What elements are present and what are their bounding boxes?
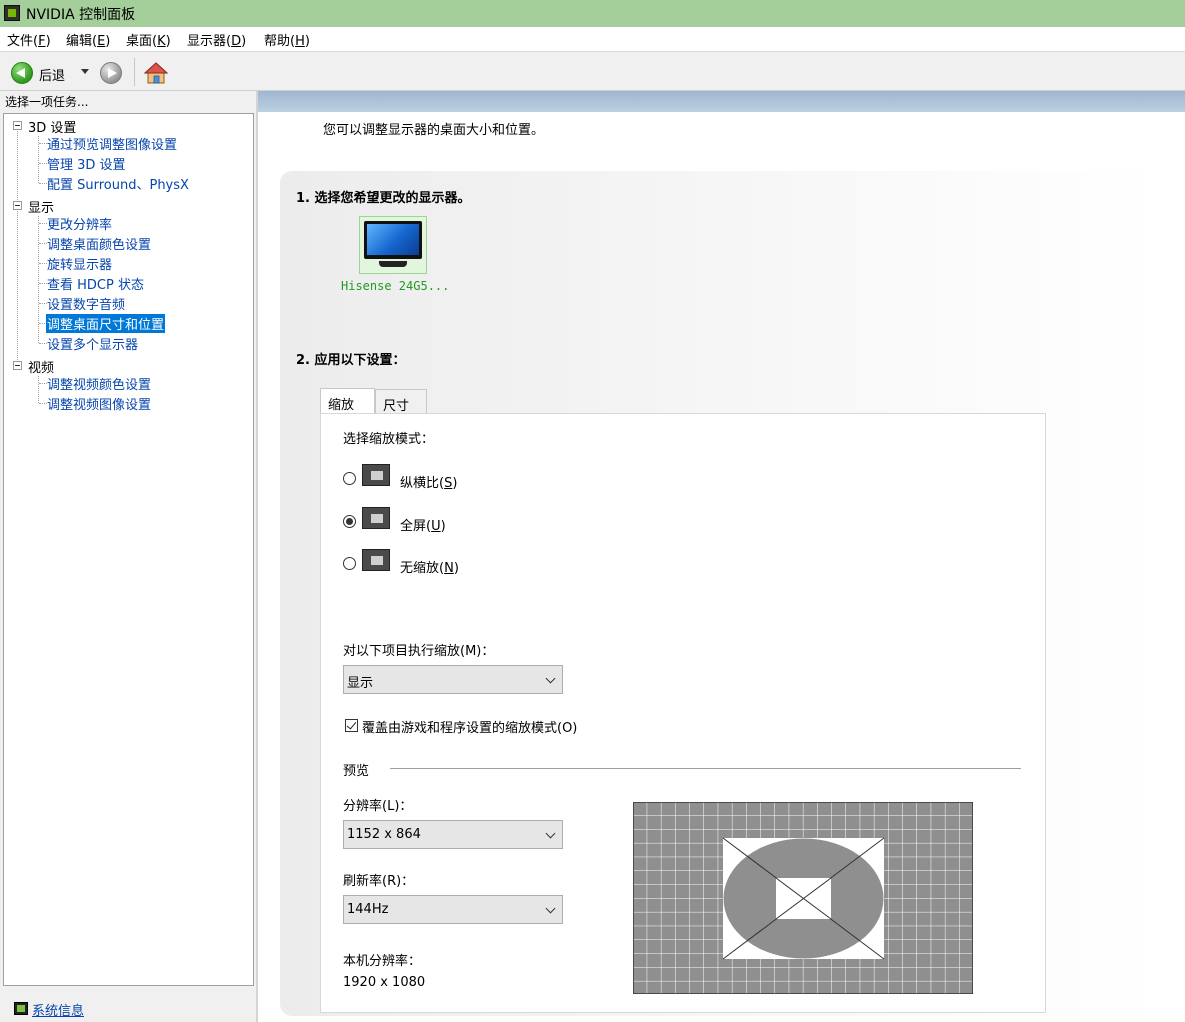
native-resolution-value: 1920 x 1080 xyxy=(343,975,426,990)
no-scaling-icon xyxy=(362,549,390,571)
resolution-select[interactable]: 1152 x 864 xyxy=(343,820,563,849)
refresh-rate-select[interactable]: 144Hz xyxy=(343,895,563,924)
tab-size[interactable]: 尺寸 xyxy=(375,389,427,414)
task-list-header: 选择一项任务... xyxy=(5,95,89,109)
home-icon[interactable] xyxy=(144,62,168,84)
perform-scaling-value: 显示 xyxy=(347,676,374,691)
window-title: NVIDIA 控制面板 xyxy=(26,7,136,23)
fullscreen-icon xyxy=(362,507,390,529)
monitor-selector[interactable] xyxy=(359,216,427,274)
collapse-video-icon[interactable] xyxy=(13,361,22,370)
tree-item-multiple-displays[interactable]: 设置多个显示器 xyxy=(46,334,139,353)
chevron-down-icon xyxy=(545,903,556,914)
system-info-link[interactable]: 系统信息 xyxy=(32,1000,84,1019)
menu-desktop[interactable]: 桌面(K) xyxy=(126,30,171,49)
toolbar-separator xyxy=(134,58,135,86)
menu-file[interactable]: 文件(F) xyxy=(7,30,51,49)
aspect-ratio-label[interactable]: 纵横比(S) xyxy=(400,472,457,491)
preview-test-pattern xyxy=(633,802,973,994)
chevron-down-icon xyxy=(545,828,556,839)
back-arrow-icon[interactable] xyxy=(11,62,33,84)
tree-item-change-resolution[interactable]: 更改分辨率 xyxy=(46,214,113,233)
tree-item-hdcp-status[interactable]: 查看 HDCP 状态 xyxy=(46,274,145,293)
perform-scaling-select[interactable]: 显示 xyxy=(343,665,563,694)
refresh-rate-value: 144Hz xyxy=(347,902,389,917)
override-scaling-checkbox[interactable] xyxy=(345,719,358,732)
title-bar: NVIDIA 控制面板 xyxy=(0,0,1185,27)
tree-item-configure-surround-physx[interactable]: 配置 Surround、PhysX xyxy=(46,174,190,193)
forward-arrow-icon[interactable] xyxy=(100,62,122,84)
tree-line xyxy=(38,376,39,403)
tree-item-video-image[interactable]: 调整视频图像设置 xyxy=(46,394,152,413)
radio-aspect-ratio[interactable] xyxy=(343,472,356,485)
monitor-icon xyxy=(364,221,422,259)
main-content: 您可以调整显示器的桌面大小和位置。 1. 选择您希望更改的显示器。 Hisens… xyxy=(258,91,1185,1022)
tab-scaling[interactable]: 缩放 xyxy=(320,388,375,414)
override-scaling-label[interactable]: 覆盖由游戏和程序设置的缩放模式(O) xyxy=(362,717,577,736)
system-info-icon[interactable] xyxy=(14,1002,28,1015)
settings-container: 1. 选择您希望更改的显示器。 Hisense 24G5... 2. 应用以下设… xyxy=(280,171,1160,1016)
monitor-name[interactable]: Hisense 24G5... xyxy=(341,279,449,293)
preview-label: 预览 xyxy=(343,764,370,779)
radio-no-scaling[interactable] xyxy=(343,557,356,570)
no-scaling-label[interactable]: 无缩放(N) xyxy=(400,557,459,576)
tree-item-manage-3d-settings[interactable]: 管理 3D 设置 xyxy=(46,154,127,173)
preview-divider xyxy=(390,768,1021,769)
menu-display[interactable]: 显示器(D) xyxy=(187,30,246,49)
tree-item-desktop-size-position[interactable]: 调整桌面尺寸和位置 xyxy=(46,314,166,333)
tree-item-video-color[interactable]: 调整视频颜色设置 xyxy=(46,374,152,393)
collapse-3d-settings-icon[interactable] xyxy=(13,121,22,130)
menu-help[interactable]: 帮助(H) xyxy=(264,30,310,49)
menu-edit[interactable]: 编辑(E) xyxy=(66,30,110,49)
collapse-display-icon[interactable] xyxy=(13,201,22,210)
toolbar: 后退 xyxy=(0,51,1185,91)
monitor-stand-icon xyxy=(379,261,407,267)
page-banner xyxy=(258,91,1185,112)
nvidia-app-icon xyxy=(4,5,20,21)
tree-item-digital-audio[interactable]: 设置数字音频 xyxy=(46,294,126,313)
resolution-label: 分辨率(L)： xyxy=(343,799,413,814)
chevron-down-icon xyxy=(545,673,556,684)
tree-item-rotate-display[interactable]: 旋转显示器 xyxy=(46,254,113,273)
fullscreen-label[interactable]: 全屏(U) xyxy=(400,515,446,534)
resolution-value: 1152 x 864 xyxy=(347,827,421,842)
task-tree: 3D 设置 通过预览调整图像设置 管理 3D 设置 配置 Surround、Ph… xyxy=(3,113,254,986)
tree-line xyxy=(17,128,18,368)
tree-item-preview-image-settings[interactable]: 通过预览调整图像设置 xyxy=(46,134,178,153)
perform-scaling-label: 对以下项目执行缩放(M)： xyxy=(343,644,495,659)
native-resolution-label: 本机分辨率： xyxy=(343,954,422,969)
back-history-dropdown-icon[interactable] xyxy=(81,69,89,74)
page-description: 您可以调整显示器的桌面大小和位置。 xyxy=(323,123,545,138)
refresh-rate-label: 刷新率(R)： xyxy=(343,874,415,889)
step2-title: 2. 应用以下设置： xyxy=(296,353,406,368)
back-button-label[interactable]: 后退 xyxy=(39,65,65,84)
tree-item-desktop-color[interactable]: 调整桌面颜色设置 xyxy=(46,234,152,253)
scaling-tab-page: 选择缩放模式： 纵横比(S) 全屏(U) 无缩放(N) 对以下项目执行缩放(M)… xyxy=(320,413,1046,1013)
aspect-ratio-icon xyxy=(362,464,390,486)
radio-fullscreen[interactable] xyxy=(343,515,356,528)
menu-bar: 文件(F) 编辑(E) 桌面(K) 显示器(D) 帮助(H) xyxy=(0,27,1185,51)
scale-mode-label: 选择缩放模式： xyxy=(343,432,435,447)
step1-title: 1. 选择您希望更改的显示器。 xyxy=(296,191,471,206)
